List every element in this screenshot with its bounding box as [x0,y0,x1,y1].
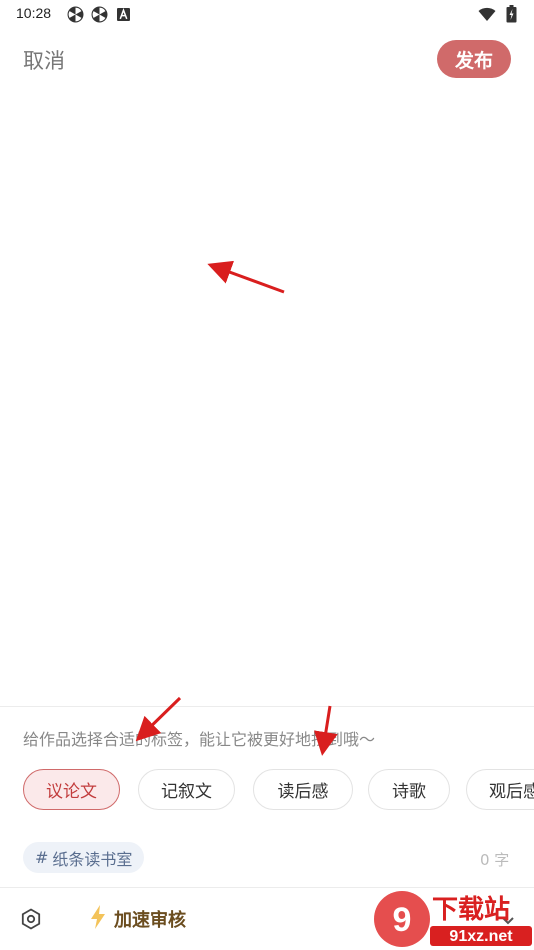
watermark-title: 下载站 [432,895,510,925]
status-time: 10:28 [16,5,52,21]
content-editor[interactable] [0,90,534,704]
tag-chip-argumentative[interactable]: 议论文 [23,769,120,810]
tag-hint-text: 给作品选择合适的标签，能让它被更好地找到哦～ [23,730,376,749]
watermark-logo: 9 下载站 91xz.net [360,888,534,950]
status-bar: 10:28 [0,0,534,28]
status-notification-icons [66,5,132,23]
publish-button[interactable]: 发布 [437,40,511,78]
lightning-icon [90,905,106,933]
wifi-icon [478,5,496,23]
tag-chip-narrative[interactable]: 记叙文 [138,769,235,810]
reading-room-chip[interactable]: # 纸条读书室 [23,842,145,873]
pinwheel-icon [66,5,84,23]
cancel-button[interactable]: 取消 [23,45,65,75]
settings-icon[interactable] [20,908,42,930]
word-count: 0 字 [480,851,510,869]
status-system-icons [478,5,520,23]
tag-list: 议论文 记叙文 读后感 诗歌 观后感 [23,769,534,811]
battery-icon [502,5,520,23]
tag-chip-viewing-reflection[interactable]: 观后感 [466,769,534,810]
a-box-icon [114,5,132,23]
speed-review-label: 加速审核 [114,910,186,931]
reading-room-name: 纸条读书室 [52,849,133,869]
hash-icon: # [35,848,49,867]
tag-chip-reading-reflection[interactable]: 读后感 [253,769,353,810]
watermark-url: 91xz.net [449,928,513,945]
pinwheel-icon [90,5,108,23]
svg-text:9: 9 [393,901,412,939]
speed-review-button[interactable]: 加速审核 [90,905,186,933]
divider [0,706,534,707]
tag-chip-poetry[interactable]: 诗歌 [368,769,450,810]
